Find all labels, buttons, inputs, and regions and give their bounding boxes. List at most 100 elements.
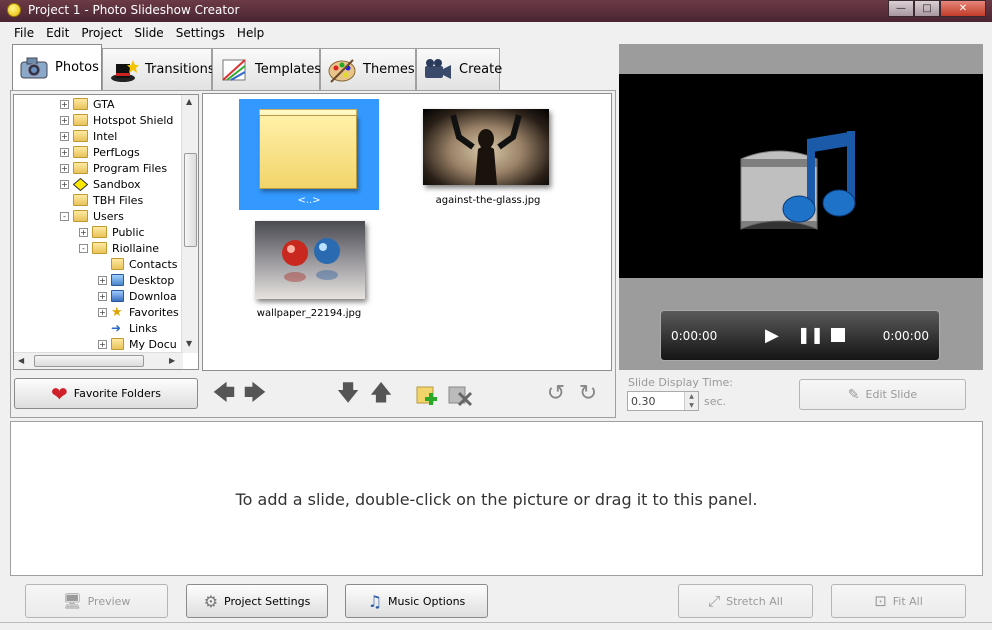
- heart-icon: ❤: [51, 381, 68, 406]
- tree-vertical-scrollbar[interactable]: ▲ ▼: [181, 95, 198, 353]
- tree-item[interactable]: + Desktop: [98, 272, 174, 288]
- video-camera-icon: [423, 56, 453, 84]
- tree-item[interactable]: Contacts: [111, 256, 178, 272]
- edit-slide-button[interactable]: ✎ Edit Slide: [799, 379, 966, 410]
- thumbnail-parent-folder[interactable]: <..>: [239, 99, 379, 210]
- scroll-down-arrow-icon[interactable]: ▼: [186, 339, 192, 348]
- scrollbar-thumb[interactable]: [184, 153, 197, 247]
- media-player-controls: 0:00:00 ▶ ❚❚ 0:00:00: [660, 310, 940, 361]
- slide-display-time-input[interactable]: 0.30 ▲ ▼: [627, 391, 699, 411]
- forward-arrow-icon[interactable]: 🡆: [242, 381, 268, 407]
- tab-create[interactable]: Create: [416, 48, 503, 90]
- scroll-left-arrow-icon[interactable]: ◀: [18, 356, 24, 365]
- tree-item[interactable]: + GTA: [60, 96, 115, 112]
- fit-icon: ⊡: [874, 592, 887, 610]
- app-smiley-icon: [7, 3, 21, 17]
- tab-templates[interactable]: Templates: [212, 48, 322, 90]
- scroll-right-arrow-icon[interactable]: ▶: [169, 356, 175, 365]
- minimize-button[interactable]: —: [888, 0, 914, 17]
- title-bar: Project 1 - Photo Slideshow Creator — □ …: [0, 0, 992, 22]
- folder-icon: [73, 162, 88, 174]
- sandbox-icon: [72, 177, 89, 191]
- film-music-logo-icon: [740, 131, 856, 230]
- back-arrow-icon[interactable]: 🡄: [211, 381, 237, 407]
- star-icon: ★: [111, 304, 123, 320]
- menu-slide[interactable]: Slide: [128, 22, 169, 44]
- tab-photos[interactable]: Photos: [12, 44, 102, 90]
- folder-icon: [92, 226, 107, 238]
- tree-item[interactable]: - Users: [60, 208, 124, 224]
- tree-item[interactable]: + Hotspot Shield: [60, 112, 173, 128]
- thumbnail-image[interactable]: against-the-glass.jpg: [413, 99, 563, 210]
- tree-item[interactable]: TBH Files: [73, 192, 143, 208]
- tree-item[interactable]: - Riollaine: [79, 240, 159, 256]
- status-bar: [0, 622, 992, 630]
- slide-display-time-unit: sec.: [704, 395, 727, 408]
- play-icon[interactable]: ▶: [765, 325, 779, 346]
- scroll-up-arrow-icon[interactable]: ▲: [186, 97, 192, 106]
- thumbnail-grid: <..> against-the-glass.jpg wallpaper_221…: [202, 93, 612, 371]
- folder-icon: [73, 114, 88, 126]
- menu-file[interactable]: File: [8, 22, 40, 44]
- preview-button[interactable]: 🖥 Preview: [25, 584, 168, 618]
- tab-label: Templates: [255, 62, 322, 77]
- pause-icon[interactable]: ❚❚: [797, 325, 824, 344]
- project-settings-button[interactable]: ⚙ Project Settings: [186, 584, 328, 618]
- menu-help[interactable]: Help: [231, 22, 270, 44]
- main-tabs: Photos Transitions Templates Themes Crea…: [12, 44, 503, 90]
- move-up-arrow-icon[interactable]: 🡅: [368, 381, 394, 407]
- photo-wallpaper-marbles: [255, 221, 365, 299]
- fit-all-button[interactable]: ⊡ Fit All: [831, 584, 966, 618]
- slide-panel-hint: To add a slide, double-click on the pict…: [235, 490, 758, 509]
- menu-edit[interactable]: Edit: [40, 22, 75, 44]
- tree-item[interactable]: + ★ Favorites: [98, 304, 179, 320]
- tree-item[interactable]: + Downloa: [98, 288, 177, 304]
- move-down-arrow-icon[interactable]: 🡇: [335, 381, 361, 407]
- elapsed-time: 0:00:00: [671, 329, 718, 343]
- stretch-icon: ⤢: [708, 592, 721, 610]
- desktop-folder-icon: [111, 274, 124, 286]
- documents-folder-icon: [111, 338, 124, 350]
- camera-icon: [19, 54, 49, 82]
- menu-settings[interactable]: Settings: [170, 22, 231, 44]
- tab-themes[interactable]: Themes: [320, 48, 416, 90]
- tree-item[interactable]: + My Docu: [98, 336, 177, 352]
- tree-item[interactable]: + Program Files: [60, 160, 167, 176]
- spinner-arrows-icon[interactable]: ▲ ▼: [684, 392, 698, 410]
- tree-item[interactable]: + Intel: [60, 128, 117, 144]
- rotate-right-icon[interactable]: ↻: [575, 381, 601, 407]
- music-folder-icon: ♫: [367, 591, 383, 611]
- folder-icon: [73, 194, 88, 206]
- window-title: Project 1 - Photo Slideshow Creator: [28, 3, 240, 17]
- thumbnail-image[interactable]: wallpaper_22194.jpg: [239, 218, 379, 329]
- tab-transitions[interactable]: Transitions: [102, 48, 215, 90]
- folder-open-icon: [92, 242, 107, 254]
- palette-icon: [327, 56, 357, 84]
- tree-item[interactable]: + PerfLogs: [60, 144, 140, 160]
- tab-label: Create: [459, 62, 503, 77]
- tab-label: Photos: [55, 60, 99, 75]
- tab-label: Themes: [363, 62, 415, 77]
- tree-item[interactable]: ➜ Links: [111, 320, 157, 336]
- rotate-left-icon[interactable]: ↺: [543, 381, 569, 407]
- scrollbar-thumb[interactable]: [34, 355, 144, 367]
- folder-icon: [73, 130, 88, 142]
- stretch-all-button[interactable]: ⤢ Stretch All: [678, 584, 813, 618]
- preview-screen: [619, 74, 983, 278]
- music-options-button[interactable]: ♫ Music Options: [345, 584, 488, 618]
- tree-horizontal-scrollbar[interactable]: ◀ ▶: [14, 352, 183, 369]
- folder-tree[interactable]: + GTA + Hotspot Shield + Intel + PerfLogs + P…: [13, 94, 199, 370]
- remove-folder-icon[interactable]: [447, 381, 473, 407]
- close-button[interactable]: ✕: [940, 0, 986, 17]
- slide-panel[interactable]: To add a slide, double-click on the pict…: [10, 421, 983, 576]
- total-time: 0:00:00: [882, 329, 929, 343]
- maximize-button[interactable]: □: [914, 0, 940, 17]
- folder-icon: [73, 98, 88, 110]
- tree-item[interactable]: + Public: [79, 224, 145, 240]
- stop-icon[interactable]: [831, 328, 845, 342]
- tree-item[interactable]: + Sandbox: [60, 176, 141, 192]
- menu-project[interactable]: Project: [75, 22, 128, 44]
- links-arrow-icon: ➜: [111, 320, 122, 335]
- add-folder-icon[interactable]: [415, 381, 441, 407]
- favorite-folders-button[interactable]: ❤ Favorite Folders: [14, 378, 198, 409]
